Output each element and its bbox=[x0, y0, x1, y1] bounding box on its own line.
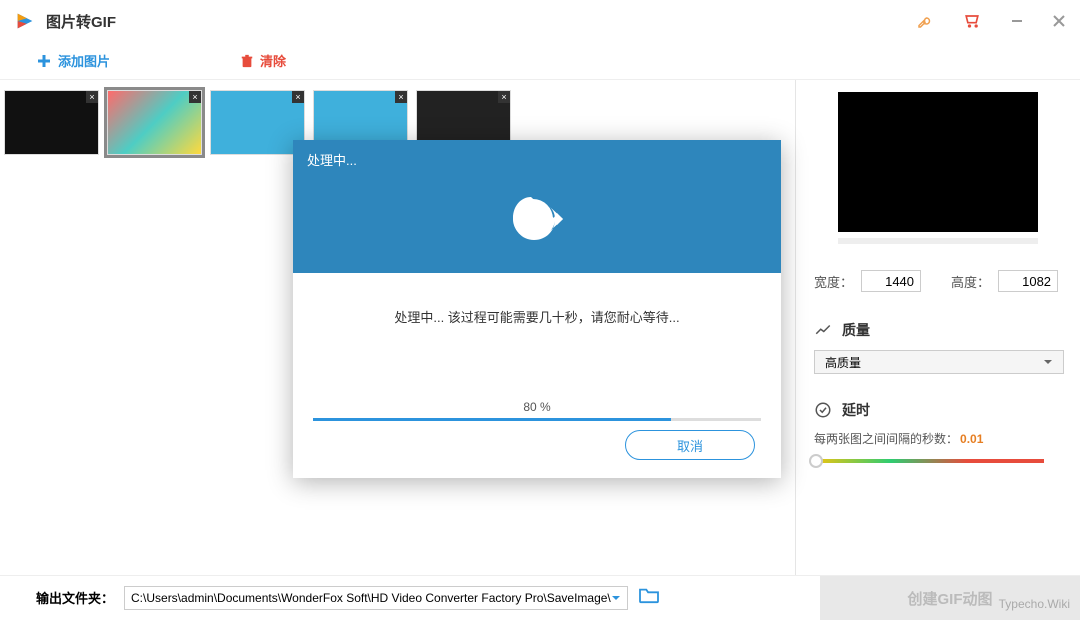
cancel-button[interactable]: 取消 bbox=[625, 430, 755, 460]
settings-panel: 宽度： 高度： 质量 高质量 延时 每两张图之间间隔的秒数： 0.01 bbox=[795, 80, 1080, 575]
output-path-input[interactable]: C:\Users\admin\Documents\WonderFox Soft\… bbox=[124, 586, 628, 610]
thumb-close-icon[interactable]: × bbox=[86, 91, 98, 103]
preview-area bbox=[838, 92, 1038, 232]
app-logo-icon bbox=[14, 10, 36, 32]
plus-icon bbox=[36, 53, 52, 69]
close-button[interactable] bbox=[1052, 14, 1066, 28]
toolbar: 添加图片 清除 bbox=[0, 42, 1080, 80]
add-image-label: 添加图片 bbox=[58, 51, 110, 70]
height-input[interactable] bbox=[998, 270, 1058, 292]
delay-icon bbox=[814, 401, 832, 419]
chevron-down-icon bbox=[611, 593, 621, 603]
preview-scrollbar[interactable] bbox=[838, 238, 1038, 244]
thumb-close-icon[interactable]: × bbox=[395, 91, 407, 103]
watermark: Typecho.Wiki bbox=[999, 597, 1070, 611]
delay-slider[interactable] bbox=[814, 459, 1044, 463]
progress-bar bbox=[313, 418, 761, 421]
minimize-button[interactable] bbox=[1010, 14, 1024, 28]
app-title: 图片转GIF bbox=[46, 11, 116, 32]
titlebar: 图片转GIF bbox=[0, 0, 1080, 42]
add-image-button[interactable]: 添加图片 bbox=[36, 51, 110, 70]
delay-label: 每两张图之间间隔的秒数： bbox=[814, 430, 958, 447]
cart-icon[interactable] bbox=[962, 11, 982, 31]
clear-label: 清除 bbox=[260, 51, 286, 70]
thumbnail[interactable]: × bbox=[4, 90, 99, 155]
processing-modal: 处理中... 处理中... 该过程可能需要几十秒，请您耐心等待... 80 % … bbox=[293, 140, 781, 478]
width-input[interactable] bbox=[861, 270, 921, 292]
footer: 输出文件夹： C:\Users\admin\Documents\WonderFo… bbox=[0, 575, 1080, 619]
width-label: 宽度： bbox=[814, 272, 853, 291]
thumbnail[interactable]: × bbox=[107, 90, 202, 155]
thumb-close-icon[interactable]: × bbox=[189, 91, 201, 103]
chevron-down-icon bbox=[1043, 357, 1053, 367]
key-icon[interactable] bbox=[916, 12, 934, 30]
thumb-close-icon[interactable]: × bbox=[498, 91, 510, 103]
trash-icon bbox=[240, 54, 254, 68]
browse-folder-button[interactable] bbox=[638, 586, 660, 609]
thumbnail[interactable]: × bbox=[210, 90, 305, 155]
quality-title: 质量 bbox=[842, 320, 870, 340]
modal-message: 处理中... 该过程可能需要几十秒，请您耐心等待... bbox=[313, 307, 761, 326]
droplet-icon bbox=[509, 194, 565, 244]
clear-button[interactable]: 清除 bbox=[240, 51, 286, 70]
quality-selected: 高质量 bbox=[825, 354, 861, 371]
create-gif-label: 创建GIF动图 bbox=[908, 588, 993, 609]
output-path-value: C:\Users\admin\Documents\WonderFox Soft\… bbox=[131, 591, 611, 605]
slider-knob[interactable] bbox=[809, 454, 823, 468]
progress-fill bbox=[313, 418, 671, 421]
height-label: 高度： bbox=[951, 272, 990, 291]
delay-title: 延时 bbox=[842, 400, 870, 420]
delay-value: 0.01 bbox=[960, 432, 983, 446]
quality-icon bbox=[814, 321, 832, 339]
modal-title: 处理中... bbox=[307, 150, 767, 169]
quality-select[interactable]: 高质量 bbox=[814, 350, 1064, 374]
output-folder-label: 输出文件夹： bbox=[36, 588, 114, 607]
thumb-close-icon[interactable]: × bbox=[292, 91, 304, 103]
progress-label: 80 % bbox=[313, 400, 761, 414]
cancel-label: 取消 bbox=[677, 436, 703, 455]
